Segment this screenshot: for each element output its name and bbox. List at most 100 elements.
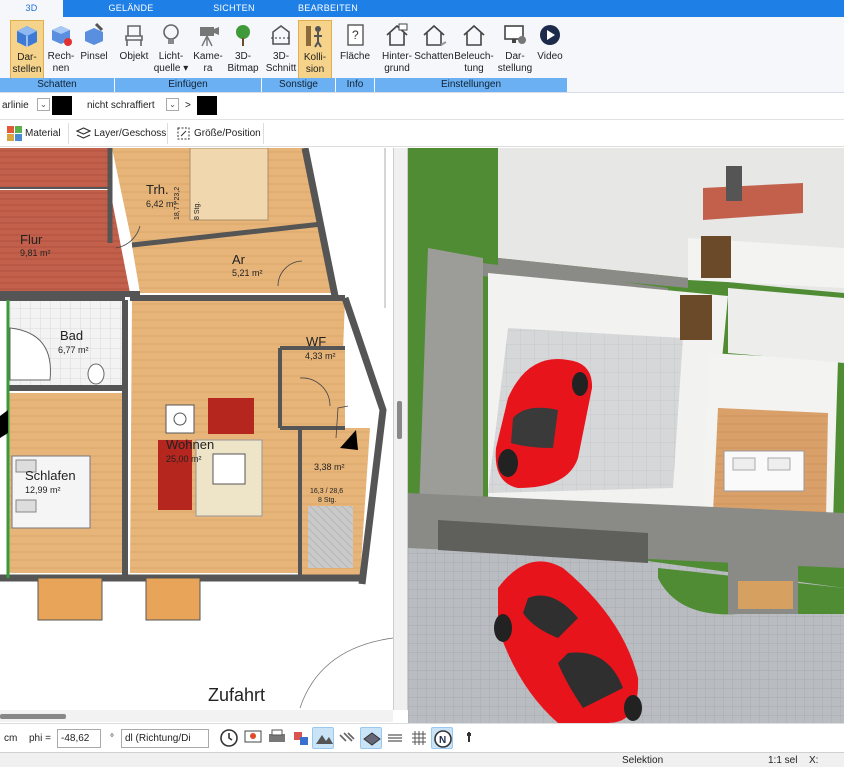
video-button[interactable]: Video bbox=[536, 20, 564, 82]
room-name-schlafen: Schlafen bbox=[25, 468, 76, 483]
layer-button[interactable]: Layer/Geschoss bbox=[72, 123, 168, 144]
tab-sichten[interactable]: SICHTEN bbox=[200, 0, 268, 17]
beleuchtung-button[interactable]: Beleuch- tung bbox=[454, 20, 494, 82]
group-schatten: Schatten bbox=[0, 78, 114, 92]
screen-icon[interactable] bbox=[242, 727, 264, 749]
plan-horizontal-scrollbar[interactable] bbox=[0, 710, 393, 722]
phi-input[interactable]: -48,62 bbox=[57, 729, 101, 748]
group-einstellungen: Einstellungen bbox=[375, 78, 567, 92]
cube-calc-icon bbox=[52, 26, 72, 46]
tab-gelaende[interactable]: GELÄNDE bbox=[95, 0, 167, 17]
tree-icon bbox=[236, 25, 250, 46]
status-mode: Selektion bbox=[622, 755, 664, 766]
hintergrund-button[interactable]: Hinter- grund bbox=[378, 20, 416, 82]
3d-scene bbox=[408, 148, 844, 723]
layers-icon bbox=[76, 127, 91, 139]
material-button[interactable]: Material bbox=[3, 123, 69, 144]
kamera-button[interactable]: Kame- ra bbox=[191, 20, 225, 82]
tab-3d[interactable]: 3D bbox=[0, 0, 63, 17]
room-area-ar: 5,21 m² bbox=[232, 268, 263, 278]
status-x-label: X: bbox=[809, 755, 819, 766]
group-sonstige: Sonstige bbox=[262, 78, 335, 92]
flaeche-button[interactable]: ? Fläche bbox=[338, 20, 372, 82]
degree-label: ° bbox=[110, 733, 114, 744]
3d-view[interactable] bbox=[408, 148, 844, 723]
terrain-view-icon[interactable] bbox=[312, 727, 334, 749]
ribbon-tab-bar: 3D GELÄNDE SICHTEN BEARBEITEN bbox=[0, 0, 844, 17]
room-area-schlafen: 12,99 m² bbox=[25, 485, 61, 495]
print-icon[interactable] bbox=[266, 727, 288, 749]
line-color-swatch[interactable] bbox=[52, 96, 72, 115]
view-splitter[interactable] bbox=[393, 148, 408, 710]
monitor-settings-icon bbox=[504, 25, 526, 44]
area-info-icon: ? bbox=[347, 24, 364, 46]
hatch-dropdown[interactable]: ⌄ bbox=[166, 98, 179, 111]
room-name-wohnen: Wohnen bbox=[166, 437, 215, 452]
stair-note-bottom: 16,3 / 28,6 bbox=[310, 488, 344, 495]
room-area-bad: 6,77 m² bbox=[58, 345, 89, 355]
driveway-label: Zufahrt bbox=[208, 685, 266, 705]
splitter-grip[interactable] bbox=[397, 401, 402, 439]
lichtquelle-button[interactable]: Licht- quelle ▾ bbox=[152, 20, 190, 82]
pinsel-button[interactable]: Pinsel bbox=[78, 20, 110, 82]
floor-plane-icon[interactable] bbox=[360, 727, 382, 749]
material-icon bbox=[7, 126, 22, 141]
line-type-dropdown[interactable]: ⌄ bbox=[37, 98, 50, 111]
stair-note-top-steps: 8 Stg. bbox=[194, 201, 201, 220]
person-collision-icon bbox=[306, 26, 322, 48]
texture-icon[interactable] bbox=[336, 727, 358, 749]
rechnen-label: Rech- nen bbox=[47, 51, 75, 74]
fill-color-swatch[interactable] bbox=[197, 96, 217, 115]
section-cut-icon bbox=[271, 25, 291, 45]
property-bar: arlinie ⌄ nicht schraffiert ⌄ > bbox=[0, 93, 844, 120]
layers-stack-icon[interactable] bbox=[384, 727, 406, 749]
rechnen-button[interactable]: Rech- nen bbox=[45, 20, 77, 82]
direction-select[interactable]: dl (Richtung/Di bbox=[121, 729, 209, 748]
objekt-label: Objekt bbox=[119, 51, 149, 62]
room-name-wf: WF bbox=[306, 334, 327, 349]
floor-plan-view[interactable]: Flur 9,81 m² Trh. 6,42 m² 18,7 / 23,2 8 … bbox=[0, 148, 393, 710]
north-icon[interactable]: N bbox=[431, 727, 453, 749]
pin-icon[interactable] bbox=[458, 727, 480, 749]
schnitt3d-button[interactable]: 3D- Schnitt bbox=[265, 20, 297, 82]
brush-icon bbox=[85, 22, 104, 45]
video-label: Video bbox=[537, 51, 563, 62]
group-einfuegen: Einfügen bbox=[115, 78, 261, 92]
stair-note-bottom-steps: 8 Stg. bbox=[318, 497, 337, 504]
room-name-ar: Ar bbox=[232, 252, 245, 267]
darstellen-label: Dar- stellen bbox=[12, 52, 42, 75]
schatten-button[interactable]: Schatten bbox=[414, 20, 454, 82]
room-area-wf: 4,33 m² bbox=[305, 351, 336, 361]
chair-icon bbox=[125, 25, 143, 46]
group-info: Info bbox=[336, 78, 374, 92]
layer-label: Layer/Geschoss bbox=[94, 128, 167, 139]
darstellung-button[interactable]: Dar- stellung bbox=[494, 20, 536, 82]
pinsel-label: Pinsel bbox=[80, 51, 108, 62]
lichtquelle-label: Licht- quelle ▾ bbox=[153, 51, 189, 74]
room-area-flur: 9,81 m² bbox=[20, 248, 51, 258]
house-shadow-icon bbox=[423, 24, 447, 46]
kollision-button[interactable]: Kolli- sion bbox=[298, 20, 332, 82]
boxes-icon[interactable] bbox=[290, 727, 312, 749]
lightbulb-icon bbox=[163, 24, 179, 44]
clock-icon[interactable] bbox=[218, 727, 240, 749]
darstellen-button[interactable]: Dar- stellen bbox=[10, 20, 44, 82]
room-area-stair: 3,38 m² bbox=[314, 462, 345, 472]
bitmap3d-label: 3D- Bitmap bbox=[227, 51, 259, 74]
room-area-trh: 6,42 m² bbox=[146, 199, 177, 209]
tab-bearbeiten[interactable]: BEARBEITEN bbox=[290, 0, 366, 17]
beleuchtung-label: Beleuch- tung bbox=[454, 51, 494, 74]
grid-icon[interactable] bbox=[408, 727, 430, 749]
bitmap3d-button[interactable]: 3D- Bitmap bbox=[226, 20, 260, 82]
resize-icon bbox=[177, 127, 190, 140]
camera-icon bbox=[200, 27, 219, 47]
cube-render-icon bbox=[17, 26, 37, 47]
svg-text:?: ? bbox=[352, 28, 359, 42]
svg-text:N: N bbox=[439, 735, 446, 746]
scrollbar-thumb[interactable] bbox=[0, 714, 66, 719]
darstellung-label: Dar- stellung bbox=[497, 51, 533, 74]
objekt-button[interactable]: Objekt bbox=[117, 20, 151, 82]
groesse-button[interactable]: Größe/Position bbox=[172, 123, 264, 144]
room-area-wohnen: 25,00 m² bbox=[166, 454, 202, 464]
secondary-toolbar: Material Layer/Geschoss Größe/Position bbox=[0, 120, 844, 147]
